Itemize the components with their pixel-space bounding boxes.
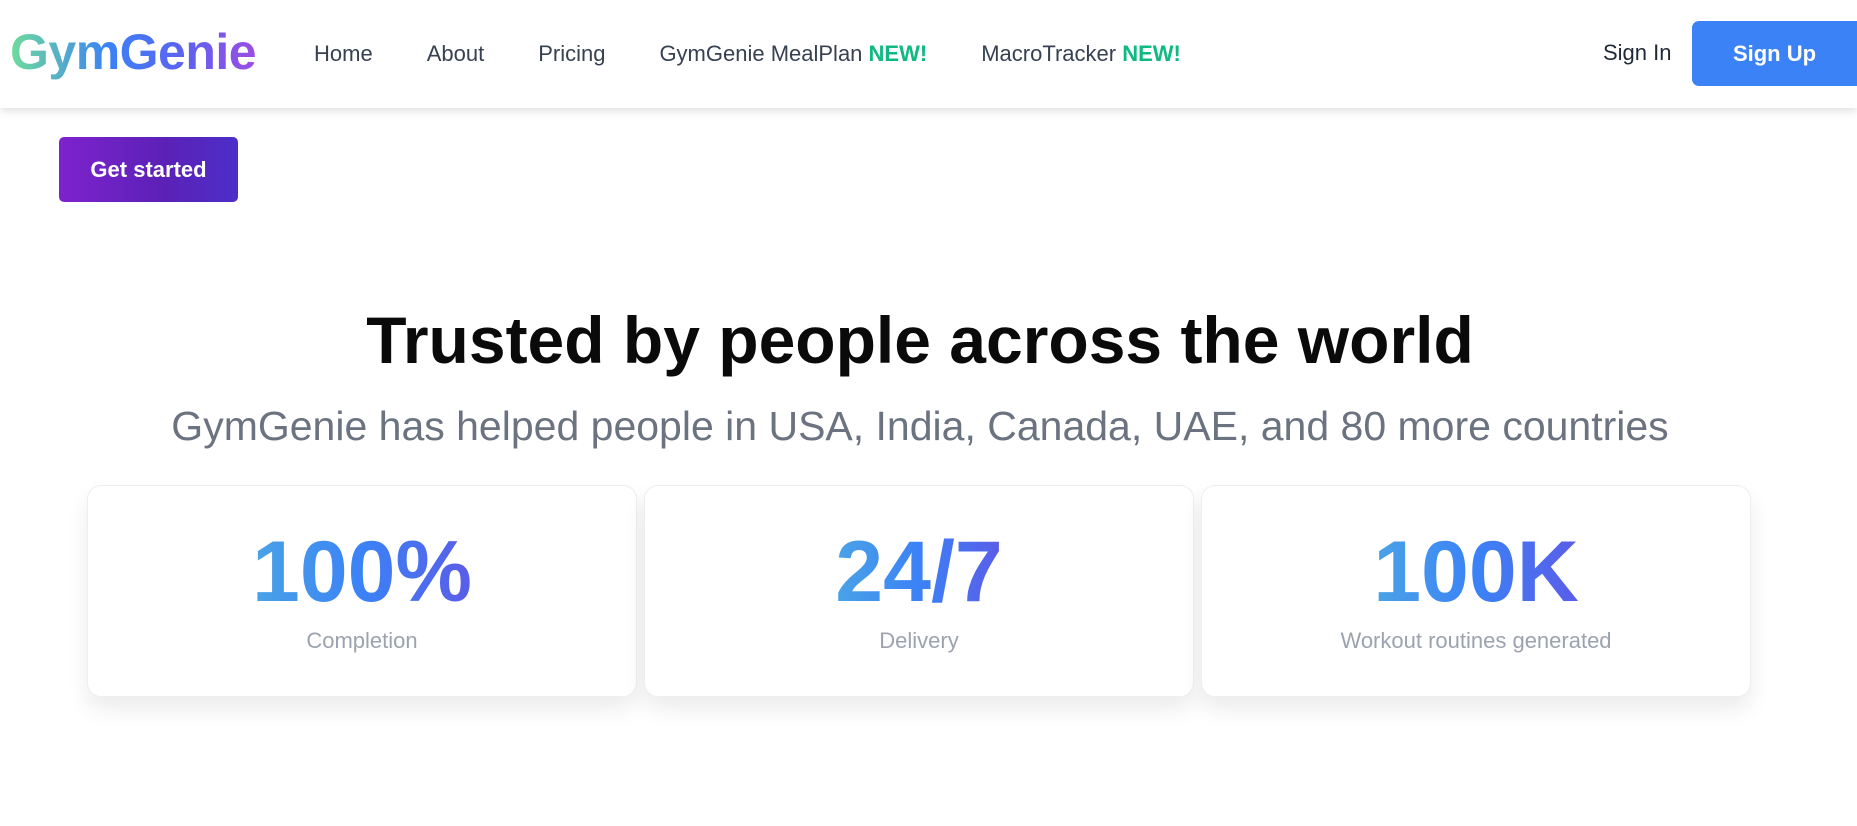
stat-card-completion: 100% Completion (87, 485, 637, 697)
nav-link-label: GymGenie MealPlan (659, 41, 863, 66)
nav-link-home[interactable]: Home (314, 41, 373, 67)
sign-in-link[interactable]: Sign In (1603, 40, 1672, 66)
nav-link-pricing[interactable]: Pricing (538, 41, 605, 67)
stat-card-routines: 100K Workout routines generated (1201, 485, 1751, 697)
stat-label: Delivery (879, 628, 959, 653)
stat-label: Workout routines generated (1340, 628, 1612, 653)
stat-value: 24/7 (835, 524, 1003, 620)
nav-link-macrotracker[interactable]: MacroTracker NEW! (981, 41, 1181, 67)
nav-link-label: MacroTracker (981, 41, 1117, 66)
nav-link-about[interactable]: About (427, 41, 485, 67)
nav-link-label: Pricing (538, 41, 606, 66)
stat-value: 100K (1373, 524, 1579, 620)
sign-up-button[interactable]: Sign Up (1692, 21, 1857, 86)
nav-link-label: About (426, 41, 485, 66)
main-nav: Home About Pricing GymGenie MealPlan NEW… (314, 38, 1235, 70)
stat-label: Completion (306, 628, 418, 653)
trust-subtitle: GymGenie has helped people in USA, India… (171, 403, 1669, 449)
gymgenie-logo[interactable]: GymGenie (10, 20, 257, 84)
stat-card-delivery: 24/7 Delivery (644, 485, 1194, 697)
stat-value: 100% (252, 524, 472, 620)
nav-link-mealplan[interactable]: GymGenie MealPlan NEW! (659, 41, 927, 67)
top-navbar: GymGenie Home About Pricing GymGenie Mea… (0, 0, 1857, 108)
trust-title: Trusted by people across the world (366, 303, 1474, 377)
get-started-button[interactable]: Get started (59, 137, 238, 202)
new-badge: NEW! (1122, 41, 1181, 66)
new-badge: NEW! (868, 41, 928, 66)
nav-link-label: Home (314, 41, 373, 66)
